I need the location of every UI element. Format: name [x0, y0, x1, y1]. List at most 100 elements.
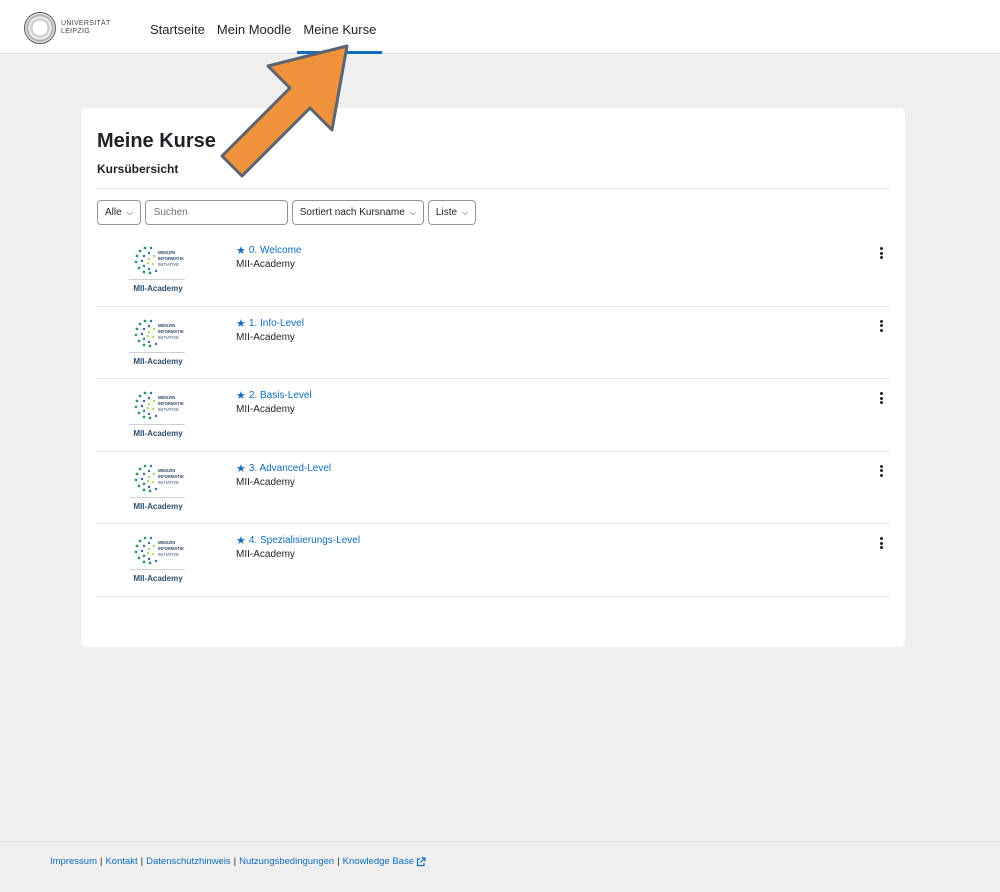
svg-text:INITIATIVE: INITIATIVE	[158, 335, 179, 340]
course-name: 3. Advanced-Level	[248, 462, 332, 474]
sort-dropdown-label: Sortiert nach Kursname	[299, 207, 405, 218]
course-link[interactable]: ★ 4. Spezialisierungs-Level	[236, 534, 360, 547]
list-item: MEDIZIN INFORMATIK INITIATIVE MII-Academ…	[97, 379, 889, 452]
course-name: 4. Spezialisierungs-Level	[248, 535, 361, 546]
course-list: MEDIZIN INFORMATIK INITIATIVE MII-Academ…	[97, 234, 889, 597]
section-title: Kursübersicht	[97, 162, 179, 176]
footer-links: Impressum | Kontakt | Datenschutzhinweis…	[50, 856, 426, 867]
chevron-down-icon: ⌵	[409, 207, 416, 217]
svg-text:INFORMATIK: INFORMATIK	[158, 401, 184, 406]
course-image-label: MII-Academy	[133, 284, 183, 293]
list-item: MEDIZIN INFORMATIK INITIATIVE MII-Academ…	[97, 452, 889, 524]
divider	[129, 279, 185, 280]
footer-link-kontakt[interactable]: Kontakt	[105, 856, 137, 867]
logo-text-line2: LEIPZIG	[61, 28, 90, 35]
footer-divider	[0, 841, 1000, 842]
mii-logo-icon: MEDIZIN INFORMATIK INITIATIVE	[134, 319, 184, 347]
course-image[interactable]: MEDIZIN INFORMATIK INITIATIVE MII-Academ…	[127, 387, 187, 439]
course-category: MII-Academy	[236, 476, 295, 488]
footer-separator: |	[337, 856, 340, 867]
kebab-menu-icon[interactable]	[880, 464, 884, 479]
view-dropdown[interactable]: Liste ⌵	[427, 200, 477, 225]
star-icon: ★	[236, 535, 246, 547]
divider	[129, 569, 185, 570]
list-item: MEDIZIN INFORMATIK INITIATIVE MII-Academ…	[97, 524, 889, 597]
course-image[interactable]: MEDIZIN INFORMATIK INITIATIVE MII-Academ…	[127, 532, 187, 584]
footer-link-impressum[interactable]: Impressum	[50, 856, 97, 867]
primary-navigation: Startseite Mein Moodle Meine Kurse	[144, 0, 383, 54]
kebab-menu-icon[interactable]	[880, 319, 884, 334]
footer-separator: |	[140, 856, 144, 867]
list-item: MEDIZIN INFORMATIK INITIATIVE MII-Academ…	[97, 234, 889, 307]
page-title: Meine Kurse	[97, 130, 216, 152]
star-icon: ★	[236, 317, 246, 330]
divider	[129, 351, 185, 353]
nav-startseite[interactable]: Startseite	[144, 0, 211, 54]
course-image[interactable]: MEDIZIN INFORMATIK INITIATIVE MII-Academ…	[127, 460, 187, 512]
footer-link-knowledge-base[interactable]: Knowledge Base	[343, 856, 414, 867]
star-icon: ★	[236, 390, 246, 402]
view-dropdown-label: Liste	[435, 207, 458, 218]
grouping-dropdown[interactable]: Alle ⌵	[97, 200, 141, 225]
mii-logo-icon: MEDIZIN INFORMATIK INITIATIVE	[134, 391, 184, 420]
svg-text:MEDIZIN: MEDIZIN	[158, 395, 175, 400]
course-category: MII-Academy	[236, 259, 295, 270]
divider	[129, 424, 185, 425]
course-name: 2. Basis-Level	[248, 390, 312, 401]
svg-text:INFORMATIK: INFORMATIK	[158, 474, 184, 479]
nav-meine-kurse[interactable]: Meine Kurse	[297, 0, 383, 54]
course-name: 1. Info-Level	[248, 317, 304, 329]
svg-text:INITIATIVE: INITIATIVE	[158, 480, 179, 485]
divider	[97, 188, 889, 189]
footer-link-nutzungsbedingungen[interactable]: Nutzungsbedingungen	[239, 856, 334, 867]
svg-text:INITIATIVE: INITIATIVE	[158, 262, 179, 267]
logo-text-line1: UNIVERSITÄT	[61, 20, 111, 27]
course-overview-card: Meine Kurse Kursübersicht Alle ⌵ Suchen …	[81, 108, 905, 647]
university-logo[interactable]: UNIVERSITÄT LEIPZIG	[24, 12, 111, 44]
mii-logo-icon: MEDIZIN INFORMATIK INITIATIVE	[134, 536, 184, 565]
course-image[interactable]: MEDIZIN INFORMATIK INITIATIVE MII-Academ…	[127, 315, 187, 367]
svg-text:MEDIZIN: MEDIZIN	[158, 250, 175, 255]
footer-separator: |	[233, 856, 237, 867]
course-search-input[interactable]: Suchen	[144, 200, 288, 225]
chevron-down-icon: ⌵	[126, 207, 133, 217]
svg-text:INITIATIVE: INITIATIVE	[158, 552, 179, 557]
svg-text:INFORMATIK: INFORMATIK	[158, 546, 184, 551]
svg-text:MEDIZIN: MEDIZIN	[158, 323, 175, 328]
course-name: 0. Welcome	[248, 245, 302, 256]
course-link[interactable]: ★ 0. Welcome	[236, 244, 302, 257]
list-item: MEDIZIN INFORMATIK INITIATIVE MII-Academ…	[97, 307, 889, 379]
course-image[interactable]: MEDIZIN INFORMATIK INITIATIVE MII-Academ…	[127, 242, 187, 294]
logo-text: UNIVERSITÄT LEIPZIG	[61, 20, 111, 36]
course-image-label: MII-Academy	[133, 356, 183, 366]
svg-text:MEDIZIN: MEDIZIN	[158, 468, 175, 473]
course-filters: Alle ⌵ Suchen Sortiert nach Kursname ⌵ L…	[97, 200, 477, 225]
course-category: MII-Academy	[236, 404, 295, 415]
course-link[interactable]: ★ 2. Basis-Level	[236, 389, 312, 402]
kebab-menu-icon[interactable]	[880, 392, 884, 406]
chevron-down-icon: ⌵	[462, 207, 469, 217]
footer-separator: |	[99, 856, 103, 867]
course-link[interactable]: ★ 1. Info-Level	[236, 317, 304, 330]
svg-text:INFORMATIK: INFORMATIK	[158, 329, 184, 334]
nav-mein-moodle[interactable]: Mein Moodle	[211, 0, 297, 54]
course-category: MII-Academy	[236, 549, 295, 560]
kebab-menu-icon[interactable]	[880, 247, 884, 261]
mii-logo-icon: MEDIZIN INFORMATIK INITIATIVE	[134, 246, 184, 275]
sort-dropdown[interactable]: Sortiert nach Kursname ⌵	[291, 200, 424, 225]
search-placeholder: Suchen	[153, 207, 188, 218]
grouping-dropdown-label: Alle	[105, 207, 122, 218]
svg-text:INITIATIVE: INITIATIVE	[158, 407, 179, 412]
kebab-menu-icon[interactable]	[880, 537, 884, 551]
course-image-label: MII-Academy	[133, 574, 183, 583]
star-icon: ★	[236, 462, 246, 475]
svg-text:INFORMATIK: INFORMATIK	[158, 256, 184, 261]
top-navbar: UNIVERSITÄT LEIPZIG Startseite Mein Mood…	[0, 0, 1000, 54]
course-image-label: MII-Academy	[133, 429, 183, 438]
svg-text:MEDIZIN: MEDIZIN	[158, 540, 175, 545]
divider	[129, 496, 185, 498]
footer-link-datenschutz[interactable]: Datenschutzhinweis	[146, 856, 231, 867]
course-link[interactable]: ★ 3. Advanced-Level	[236, 462, 331, 475]
star-icon: ★	[236, 245, 246, 257]
university-seal-icon	[24, 12, 56, 44]
